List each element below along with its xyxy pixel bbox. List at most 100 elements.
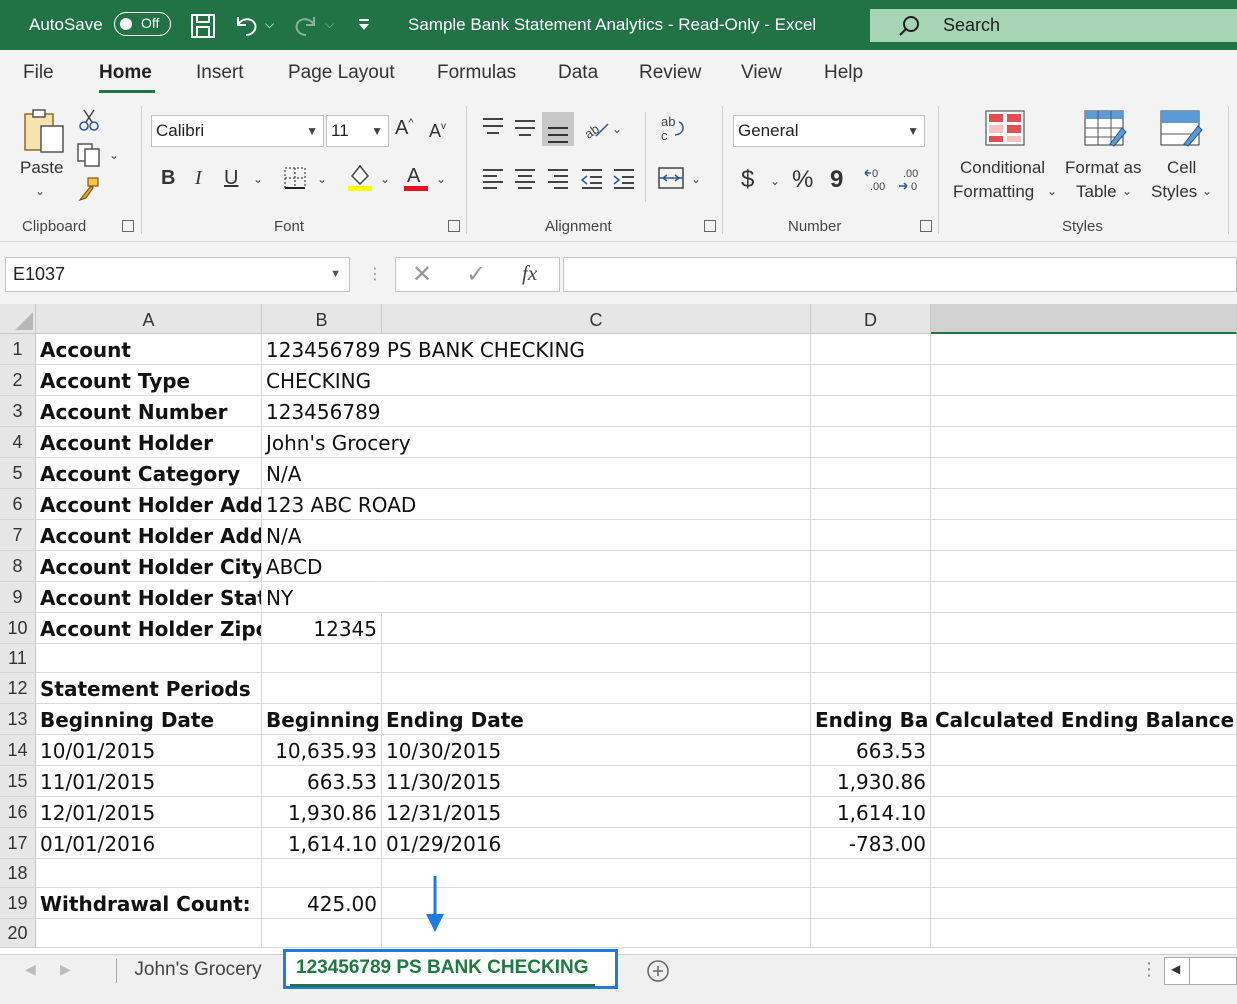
cell-c16[interactable]: 12/31/2015 <box>382 797 811 828</box>
cell-c18[interactable] <box>382 859 811 888</box>
tab-review[interactable]: Review <box>639 62 701 84</box>
row-header[interactable]: 15 <box>0 766 36 797</box>
decrease-indent-icon[interactable] <box>580 166 604 190</box>
row-header[interactable]: 1 <box>0 334 36 365</box>
bold-button[interactable]: B <box>161 168 175 188</box>
column-header-a[interactable]: A <box>36 304 262 334</box>
cell-a4[interactable]: Account Holder <box>36 427 262 458</box>
cell-a19[interactable]: Withdrawal Count: <box>36 888 262 919</box>
cell-d12[interactable] <box>811 673 931 704</box>
column-header-d[interactable]: D <box>811 304 931 334</box>
row-header[interactable]: 7 <box>0 520 36 551</box>
cell-a3[interactable]: Account Number <box>36 396 262 427</box>
cell-styles-line2[interactable]: Styles <box>1151 182 1197 202</box>
cell-e12[interactable] <box>931 673 1237 704</box>
row-header[interactable]: 20 <box>0 919 36 948</box>
sheet-tab-active[interactable]: 123456789 PS BANK CHECKING <box>283 949 618 989</box>
increase-decimal-icon[interactable]: 0.00 <box>864 166 892 192</box>
format-as-table-line1[interactable]: Format as <box>1065 158 1142 178</box>
cell-a10[interactable]: Account Holder Zipcoc <box>36 613 262 644</box>
cell-b13[interactable]: Beginning B <box>262 704 382 735</box>
cell-e10[interactable] <box>931 613 1237 644</box>
cell-a6[interactable]: Account Holder Addre <box>36 489 262 520</box>
cell-b12[interactable] <box>262 673 382 704</box>
tab-view[interactable]: View <box>741 62 782 84</box>
cell-d11[interactable] <box>811 644 931 673</box>
merge-center-icon[interactable] <box>657 166 685 190</box>
tab-page-layout[interactable]: Page Layout <box>288 62 395 84</box>
cell-b10[interactable]: 12345 <box>262 613 382 644</box>
name-box[interactable]: E1037 ▼ <box>5 257 350 292</box>
cell-d18[interactable] <box>811 859 931 888</box>
cell-e1[interactable] <box>931 334 1237 365</box>
cell-d9[interactable] <box>811 582 931 613</box>
cell-a12[interactable]: Statement Periods <box>36 673 262 704</box>
cell-c13[interactable]: Ending Date <box>382 704 811 735</box>
row-header[interactable]: 3 <box>0 396 36 427</box>
row-header[interactable]: 2 <box>0 365 36 396</box>
cell-c19[interactable] <box>382 888 811 919</box>
formula-input[interactable] <box>563 257 1237 292</box>
conditional-formatting-icon[interactable] <box>983 108 1029 148</box>
format-painter-icon[interactable] <box>76 176 102 202</box>
search-box[interactable]: Search <box>870 9 1237 42</box>
number-dialog-launcher-icon[interactable] <box>920 220 932 232</box>
formula-bar-splitter-icon[interactable]: ⋮ <box>367 264 383 284</box>
paste-label[interactable]: Paste <box>20 158 63 178</box>
cell-a11[interactable] <box>36 644 262 673</box>
cell-e11[interactable] <box>931 644 1237 673</box>
orientation-chevron-icon[interactable]: ⌄ <box>612 122 622 136</box>
cell-e16[interactable] <box>931 797 1237 828</box>
undo-icon[interactable] <box>232 12 260 38</box>
cell-b20[interactable] <box>262 919 382 948</box>
row-header[interactable]: 16 <box>0 797 36 828</box>
font-color-icon[interactable]: A <box>402 162 430 192</box>
cell-b15[interactable]: 663.53 <box>262 766 382 797</box>
cell-b7[interactable]: N/A <box>262 520 382 551</box>
cell-a16[interactable]: 12/01/2015 <box>36 797 262 828</box>
cell-b11[interactable] <box>262 644 382 673</box>
save-icon[interactable] <box>190 13 216 39</box>
cell-a17[interactable]: 01/01/2016 <box>36 828 262 859</box>
conditional-formatting-line1[interactable]: Conditional <box>960 158 1045 178</box>
clipboard-dialog-launcher-icon[interactable] <box>122 220 134 232</box>
cell-d14[interactable]: 663.53 <box>811 735 931 766</box>
cell-d3[interactable] <box>811 396 931 427</box>
cell-styles-line1[interactable]: Cell <box>1167 158 1196 178</box>
cell-d20[interactable] <box>811 919 931 948</box>
cell-b18[interactable] <box>262 859 382 888</box>
row-header[interactable]: 13 <box>0 704 36 735</box>
row-header[interactable]: 5 <box>0 458 36 489</box>
currency-chevron-icon[interactable]: ⌄ <box>770 174 780 188</box>
decrease-font-size-icon[interactable]: Av <box>429 122 446 141</box>
cell-e8[interactable] <box>931 551 1237 582</box>
tab-home[interactable]: Home <box>99 62 152 84</box>
column-header-b[interactable]: B <box>262 304 382 334</box>
cell-d15[interactable]: 1,930.86 <box>811 766 931 797</box>
decrease-decimal-icon[interactable]: .000 <box>897 166 925 192</box>
cell-a8[interactable]: Account Holder City <box>36 551 262 582</box>
conditional-formatting-line2[interactable]: Formatting <box>953 182 1034 202</box>
cell-e9[interactable] <box>931 582 1237 613</box>
cell-a7[interactable]: Account Holder Addre <box>36 520 262 551</box>
undo-dropdown-chevron-icon[interactable]: ⌵ <box>265 17 274 32</box>
row-header[interactable]: 19 <box>0 888 36 919</box>
fill-color-icon[interactable] <box>346 162 374 192</box>
percent-button[interactable]: % <box>792 168 813 192</box>
comma-style-button[interactable]: 9 <box>830 168 843 192</box>
cell-e4[interactable] <box>931 427 1237 458</box>
copy-chevron-icon[interactable]: ⌄ <box>109 148 119 162</box>
cell-c15[interactable]: 11/30/2015 <box>382 766 811 797</box>
cell-d4[interactable] <box>811 427 931 458</box>
column-header-c[interactable]: C <box>382 304 811 334</box>
cell-c6[interactable] <box>382 489 811 520</box>
top-align-icon[interactable] <box>481 116 505 138</box>
autosave-toggle[interactable]: Off <box>114 12 171 36</box>
cell-d17[interactable]: -783.00 <box>811 828 931 859</box>
align-center-icon[interactable] <box>513 166 537 190</box>
bottom-align-button[interactable] <box>542 112 574 146</box>
number-format-combo[interactable]: General ▼ <box>733 115 925 147</box>
cell-d7[interactable] <box>811 520 931 551</box>
cell-d1[interactable] <box>811 334 931 365</box>
cell-b14[interactable]: 10,635.93 <box>262 735 382 766</box>
